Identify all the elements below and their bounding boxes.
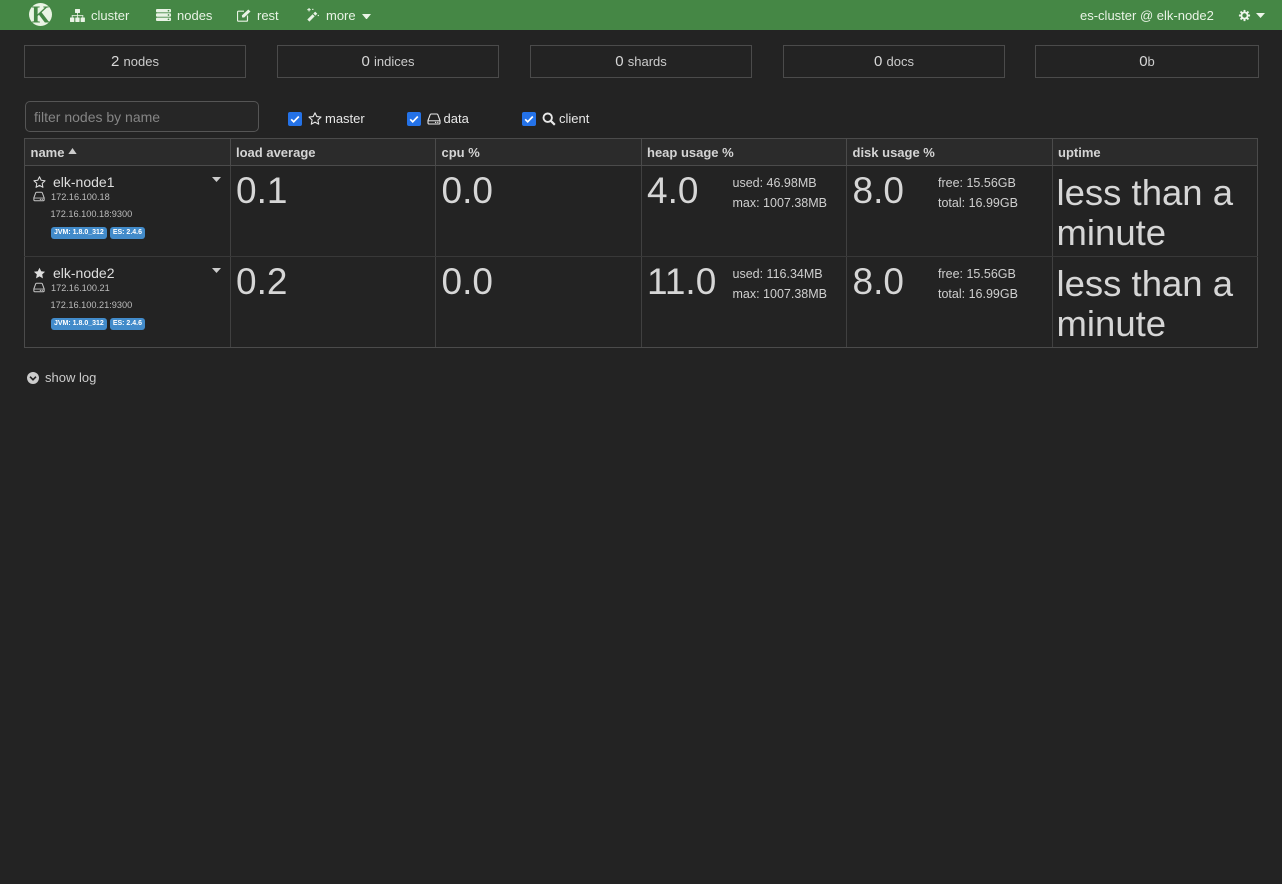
svg-text:K: K xyxy=(31,3,50,26)
